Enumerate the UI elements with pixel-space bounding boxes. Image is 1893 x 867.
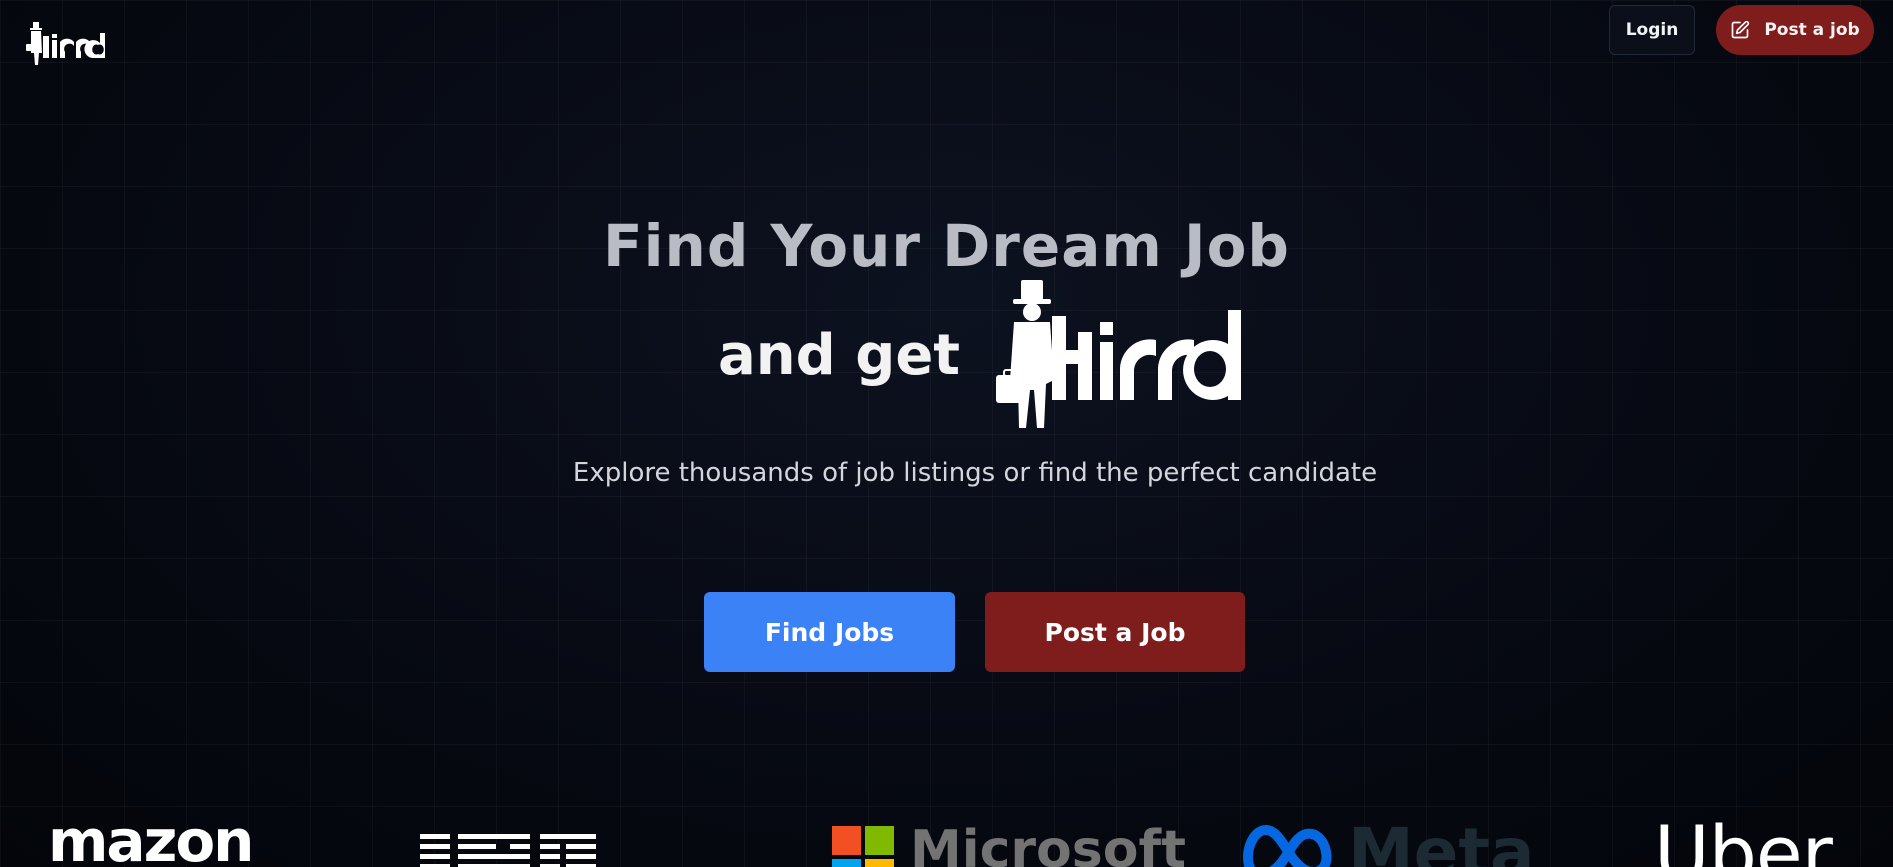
uber-logo: Uber xyxy=(1654,810,1833,867)
microsoft-logo-text: Microsoft xyxy=(910,820,1186,867)
post-a-job-button[interactable]: Post a Job xyxy=(985,592,1245,672)
ibm-logo xyxy=(420,834,596,867)
hero-subtitle-row: and get xyxy=(718,280,1242,430)
pen-square-icon xyxy=(1731,20,1750,39)
microsoft-squares-icon xyxy=(832,826,894,867)
hero-title: Find Your Dream Job xyxy=(603,212,1290,280)
meta-infinity-icon xyxy=(1243,824,1332,867)
hero-tagline: Explore thousands of job listings or fin… xyxy=(572,458,1378,488)
find-jobs-button[interactable]: Find Jobs xyxy=(704,592,955,672)
post-a-job-header-button[interactable]: Post a job xyxy=(1716,5,1874,55)
company-logos-strip: mazon Microsoft Meta Uber xyxy=(0,810,1893,867)
hirrd-hero-logo xyxy=(996,280,1242,428)
login-button[interactable]: Login xyxy=(1609,5,1695,55)
landing-page: Login Post a job Find Your Dream Job and… xyxy=(0,0,1893,867)
hirrd-logo[interactable] xyxy=(26,22,106,72)
meta-logo-text: Meta xyxy=(1348,814,1535,867)
amazon-logo: mazon xyxy=(48,810,254,867)
post-a-job-header-label: Post a job xyxy=(1764,20,1860,40)
and-get-text: and get xyxy=(718,322,961,388)
